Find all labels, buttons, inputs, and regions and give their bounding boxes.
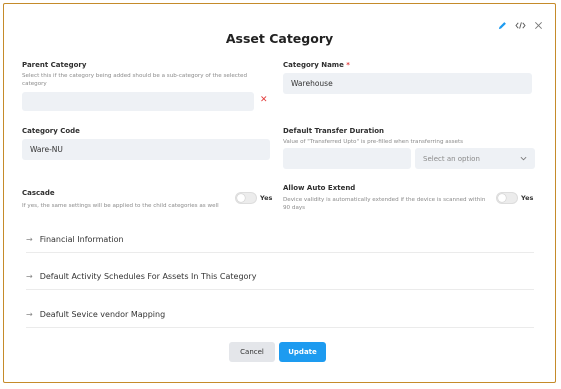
- chevron-down-icon: [520, 155, 527, 163]
- category-code-input[interactable]: Ware-NU: [22, 139, 270, 160]
- section-label: Financial Information: [39, 234, 124, 244]
- update-button[interactable]: Update: [279, 342, 326, 362]
- required-mark: *: [346, 61, 350, 69]
- cascade-help: If yes, the same settings will be applie…: [22, 203, 219, 209]
- allow-auto-extend-label: Allow Auto Extend: [283, 184, 356, 192]
- section-label: Deafult Sevice vendor Mapping: [39, 309, 166, 319]
- dialog-title: Asset Category: [225, 31, 334, 46]
- allow-auto-extend-toggle[interactable]: [496, 192, 518, 204]
- arrow-right-icon: →: [26, 271, 33, 281]
- category-name-input[interactable]: Warehouse: [283, 73, 532, 94]
- transfer-duration-input[interactable]: [283, 148, 411, 169]
- category-name-label-text: Category Name: [283, 61, 344, 69]
- category-code-label: Category Code: [22, 127, 80, 135]
- cascade-toggle[interactable]: [235, 192, 257, 204]
- category-name-label: Category Name *: [283, 61, 350, 69]
- parent-category-input[interactable]: [22, 92, 254, 111]
- allow-auto-extend-help: Device validity is automatically extende…: [283, 197, 486, 211]
- select-placeholder: Select an option: [423, 154, 480, 163]
- allow-auto-extend-toggle-label: Yes: [521, 194, 534, 202]
- default-transfer-duration-help: Value of "Transferred Upto" is pre-fille…: [283, 139, 464, 145]
- x-icon[interactable]: ✕: [260, 95, 268, 105]
- arrow-right-icon: →: [26, 234, 33, 244]
- section-label: Default Activity Schedules For Assets In…: [39, 271, 257, 281]
- section-financial-information[interactable]: → Financial Information: [26, 232, 534, 253]
- default-transfer-duration-label: Default Transfer Duration: [283, 127, 385, 135]
- transfer-duration-unit-select[interactable]: Select an option: [415, 148, 535, 169]
- cancel-button[interactable]: Cancel: [229, 342, 275, 362]
- parent-category-label: Parent Category: [22, 61, 87, 69]
- toggle-knob: [237, 194, 245, 202]
- cascade-toggle-label: Yes: [260, 194, 273, 202]
- parent-category-help: Select this if the category being added …: [22, 73, 248, 87]
- toggle-knob: [498, 194, 506, 202]
- cascade-label: Cascade: [22, 189, 55, 197]
- asset-category-dialog: Asset Category Parent Category Select th…: [3, 3, 556, 383]
- section-default-activity-schedules[interactable]: → Default Activity Schedules For Assets …: [26, 269, 534, 290]
- arrow-right-icon: →: [26, 309, 33, 319]
- section-service-vendor-mapping[interactable]: → Deafult Sevice vendor Mapping: [26, 307, 534, 328]
